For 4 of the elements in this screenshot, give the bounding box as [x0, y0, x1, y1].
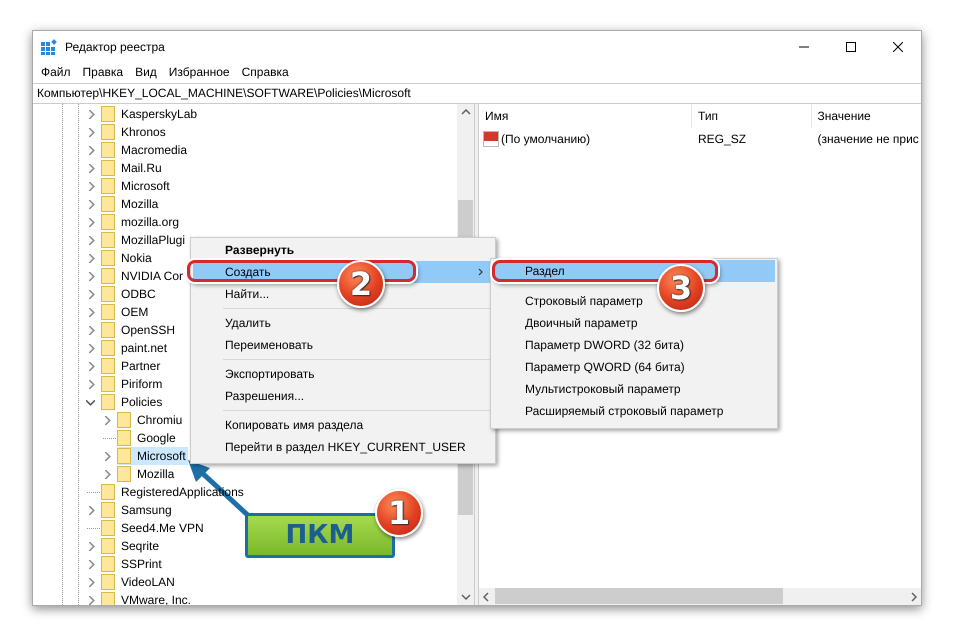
- window-title: Редактор реестра: [65, 40, 166, 54]
- table-cell-text: REG_SZ: [697, 132, 748, 146]
- table-cell-text: (значение не прис: [816, 132, 920, 146]
- table-cell: (По умолчанию): [501, 132, 590, 146]
